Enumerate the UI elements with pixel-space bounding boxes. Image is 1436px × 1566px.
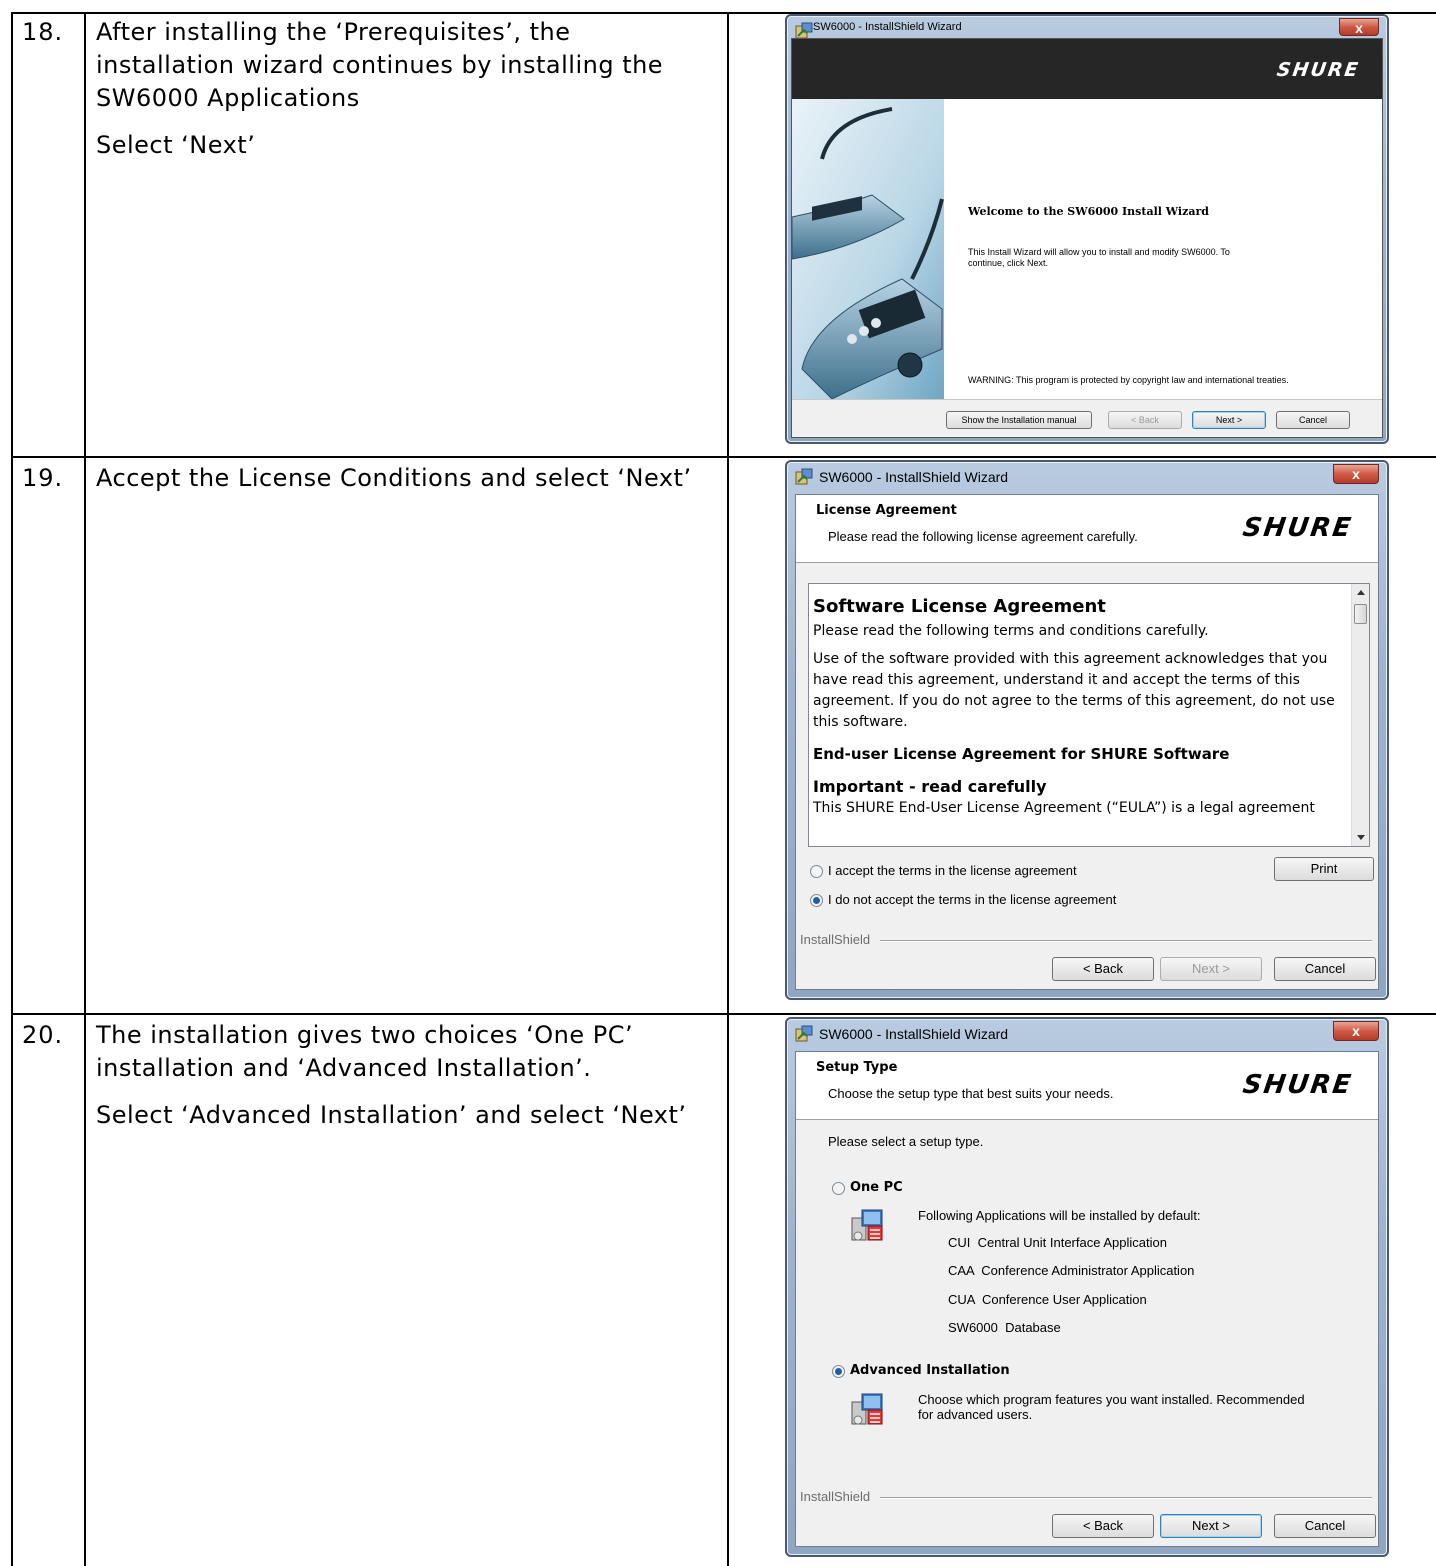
setup-prompt: Please select a setup type. xyxy=(828,1134,984,1149)
setup-computer-icon xyxy=(851,1209,883,1241)
header-title: License Agreement xyxy=(816,503,957,518)
wizard-body: SHURE Welcome to the SW6000 Install Wiza… xyxy=(791,38,1383,438)
installer-window-welcome: SW6000 - InstallShield Wizard x SHURE We… xyxy=(785,14,1389,444)
step-number: 19. xyxy=(22,464,64,492)
accept-label[interactable]: I accept the terms in the license agreem… xyxy=(828,863,1077,878)
advanced-installation-radio[interactable] xyxy=(832,1365,845,1378)
welcome-heading: Welcome to the SW6000 Install Wizard xyxy=(968,205,1209,218)
one-pc-description: Following Applications will be installed… xyxy=(918,1208,1201,1223)
wizard-header: License Agreement Please read the follow… xyxy=(796,495,1378,563)
back-button[interactable]: < Back xyxy=(1108,411,1182,429)
installshield-brand: InstallShield xyxy=(800,1489,871,1504)
instruction-paragraph: Accept the License Conditions and select… xyxy=(96,464,692,492)
license-heading: End-user License Agreement for SHURE Sof… xyxy=(813,745,1230,763)
instruction-paragraph: Select ‘Advanced Installation’ and selec… xyxy=(96,1101,687,1129)
show-manual-button[interactable]: Show the Installation manual xyxy=(946,411,1092,429)
one-pc-radio[interactable] xyxy=(832,1182,845,1195)
license-title: Software License Agreement xyxy=(813,596,1106,617)
column-divider xyxy=(84,12,86,1566)
license-paragraph: Please read the following terms and cond… xyxy=(813,623,1209,639)
instruction-paragraph: The installation gives two choices ‘One … xyxy=(96,1021,634,1082)
window-title: SW6000 - InstallShield Wizard xyxy=(819,469,1009,485)
window-title: SW6000 - InstallShield Wizard xyxy=(813,21,962,33)
installer-window-setup-type: SW6000 - InstallShield Wizard x Setup Ty… xyxy=(785,1017,1389,1557)
license-paragraph: Use of the software provided with this a… xyxy=(813,651,1335,730)
conference-unit-illustration xyxy=(792,99,944,399)
close-button[interactable]: x xyxy=(1339,18,1379,36)
copyright-warning: WARNING: This program is protected by co… xyxy=(968,375,1289,385)
setup-computer-icon xyxy=(851,1393,883,1425)
app-item: CUI Central Unit Interface Application xyxy=(948,1235,1167,1250)
step-number: 18. xyxy=(22,18,64,46)
wizard-body: License Agreement Please read the follow… xyxy=(795,494,1379,990)
license-paragraph: This SHURE End-User License Agreement (“… xyxy=(813,800,1315,816)
advanced-installation-label[interactable]: Advanced Installation xyxy=(850,1363,1010,1378)
next-button[interactable]: Next > xyxy=(1192,411,1266,429)
one-pc-label[interactable]: One PC xyxy=(850,1180,903,1195)
wizard-body: Setup Type Choose the setup type that be… xyxy=(795,1051,1379,1547)
decline-label[interactable]: I do not accept the terms in the license… xyxy=(828,892,1116,907)
installer-window-license: SW6000 - InstallShield Wizard x License … xyxy=(785,460,1389,1000)
cancel-button[interactable]: Cancel xyxy=(1276,411,1350,429)
header-title: Setup Type xyxy=(816,1060,898,1075)
license-text-box[interactable]: Software License Agreement Please read t… xyxy=(808,583,1370,847)
back-button[interactable]: < Back xyxy=(1052,957,1154,981)
scrollbar-thumb[interactable] xyxy=(1354,604,1367,624)
shure-logo: SHURE xyxy=(1240,513,1355,543)
window-title: SW6000 - InstallShield Wizard xyxy=(819,1026,1009,1042)
step-instructions: The installation gives two choices ‘One … xyxy=(96,1019,716,1146)
instruction-paragraph: After installing the ‘Prerequisites’, th… xyxy=(96,18,664,112)
title-bar: SW6000 - InstallShield Wizard x xyxy=(787,1019,1387,1049)
app-item: SW6000 Database xyxy=(948,1320,1061,1335)
vertical-scrollbar[interactable] xyxy=(1351,584,1369,846)
close-button[interactable]: x xyxy=(1333,464,1379,484)
shure-logo: SHURE xyxy=(1240,1070,1355,1100)
scroll-down-icon[interactable] xyxy=(1357,835,1365,840)
installer-app-icon xyxy=(795,1025,813,1042)
cancel-button[interactable]: Cancel xyxy=(1274,957,1376,981)
instruction-paragraph: Select ‘Next’ xyxy=(96,131,256,159)
back-button[interactable]: < Back xyxy=(1052,1514,1154,1538)
app-item: CAA Conference Administrator Application xyxy=(948,1263,1195,1278)
next-button[interactable]: Next > xyxy=(1160,957,1262,981)
welcome-body: This Install Wizard will allow you to in… xyxy=(968,247,1230,268)
installshield-brand: InstallShield xyxy=(800,932,871,947)
license-content: Software License Agreement Please read t… xyxy=(813,596,1349,816)
cancel-button[interactable]: Cancel xyxy=(1274,1514,1376,1538)
wizard-header: Setup Type Choose the setup type that be… xyxy=(796,1052,1378,1120)
step-number: 20. xyxy=(22,1021,64,1049)
app-item: CUA Conference User Application xyxy=(948,1292,1147,1307)
scroll-up-icon[interactable] xyxy=(1357,590,1365,595)
row-divider xyxy=(11,456,1436,458)
decline-radio[interactable] xyxy=(810,894,823,907)
advanced-installation-description: Choose which program features you want i… xyxy=(918,1392,1305,1422)
header-subtitle: Choose the setup type that best suits yo… xyxy=(828,1086,1114,1101)
column-divider xyxy=(727,12,729,1566)
accept-radio[interactable] xyxy=(810,865,823,878)
step-instructions: After installing the ‘Prerequisites’, th… xyxy=(96,16,716,176)
title-bar: SW6000 - InstallShield Wizard x xyxy=(787,462,1387,492)
license-heading: Important - read carefully xyxy=(813,777,1047,796)
next-button[interactable]: Next > xyxy=(1160,1514,1262,1538)
header-subtitle: Please read the following license agreem… xyxy=(828,529,1138,544)
shure-logo: SHURE xyxy=(1275,59,1362,81)
separator-line xyxy=(880,1497,1372,1499)
print-button[interactable]: Print xyxy=(1274,857,1374,881)
separator-line xyxy=(880,940,1372,942)
installer-app-icon xyxy=(795,468,813,485)
table-border-left xyxy=(11,12,13,1566)
row-divider xyxy=(11,1013,1436,1015)
close-button[interactable]: x xyxy=(1333,1021,1379,1041)
step-instructions: Accept the License Conditions and select… xyxy=(96,462,716,509)
